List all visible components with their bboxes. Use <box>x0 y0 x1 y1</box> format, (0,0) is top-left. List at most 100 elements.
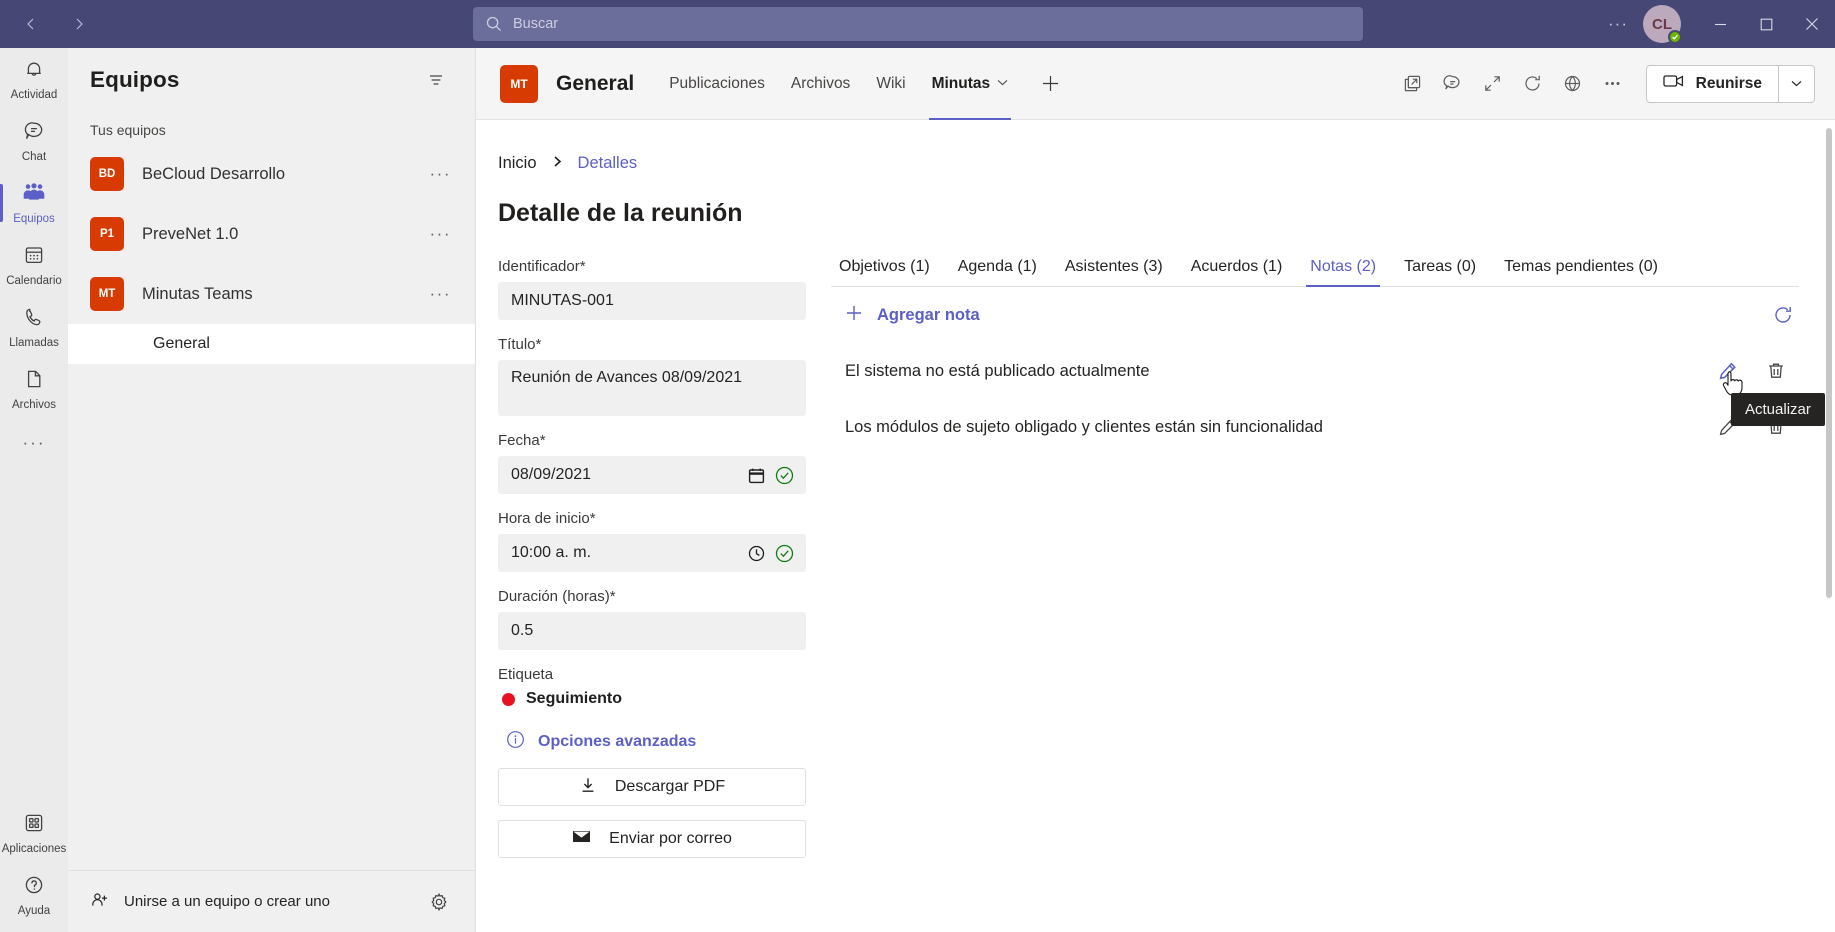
enviar-por-correo-button[interactable]: Enviar por correo <box>498 820 806 858</box>
sidebar-item-calendario[interactable]: Calendario <box>0 234 68 296</box>
vertical-scrollbar[interactable] <box>1823 128 1835 932</box>
field-value: Reunión de Avances 08/09/2021 <box>511 369 743 386</box>
breadcrumb-detalles[interactable]: Detalles <box>578 154 638 173</box>
add-tab-button[interactable] <box>1031 65 1069 103</box>
team-more-icon[interactable]: ··· <box>424 224 457 244</box>
team-row[interactable]: MT Minutas Teams ··· <box>68 264 475 324</box>
sidebar-item-ayuda[interactable]: Ayuda <box>0 870 68 932</box>
agregar-nota-button[interactable]: Agregar nota <box>831 304 980 326</box>
descargar-pdf-label: Descargar PDF <box>614 778 726 795</box>
video-camera-icon <box>1663 73 1684 94</box>
open-in-new-window-icon[interactable] <box>1394 65 1432 103</box>
meeting-form: Identificador* MINUTAS-001 Título* Reuni… <box>498 258 806 872</box>
tab-agenda[interactable]: Agenda (1) <box>944 258 1051 286</box>
tab-asistentes[interactable]: Asistentes (3) <box>1051 258 1177 286</box>
channel-item-general[interactable]: General <box>68 324 475 364</box>
trash-icon[interactable] <box>1765 360 1787 382</box>
refresh-icon[interactable] <box>1514 65 1552 103</box>
meet-button-group: Reunirse <box>1645 64 1815 103</box>
sidebar-item-chat[interactable]: Chat <box>0 110 68 172</box>
identificador-input[interactable]: MINUTAS-001 <box>498 282 806 320</box>
note-text: El sistema no está publicado actualmente <box>845 361 1150 380</box>
breadcrumb-inicio[interactable]: Inicio <box>498 154 537 173</box>
sidebar-item-label: Llamadas <box>9 336 59 349</box>
sidebar-item-actividad[interactable]: Actividad <box>0 48 68 110</box>
maximize-button[interactable] <box>1743 0 1789 48</box>
channel-header: MT General Publicaciones Archivos Wiki M… <box>476 48 1835 120</box>
sidebar-item-llamadas[interactable]: Llamadas <box>0 296 68 358</box>
search-input[interactable]: Buscar <box>473 7 1363 41</box>
pencil-icon[interactable] <box>1717 360 1739 382</box>
rail-more-icon[interactable]: ··· <box>0 420 68 466</box>
meet-button[interactable]: Reunirse <box>1647 66 1778 102</box>
field-hora-inicio: Hora de inicio* 10:00 a. m. <box>498 510 806 572</box>
tab-acuerdos[interactable]: Acuerdos (1) <box>1177 258 1297 286</box>
plus-icon <box>845 304 863 326</box>
chevron-left-icon[interactable] <box>14 7 48 41</box>
team-avatar: P1 <box>90 217 124 251</box>
clock-icon[interactable] <box>748 545 765 562</box>
descargar-pdf-button[interactable]: Descargar PDF <box>498 768 806 806</box>
tab-minutas[interactable]: Minutas <box>919 48 1022 120</box>
tab-label: Tareas (0) <box>1404 258 1477 275</box>
field-fecha: Fecha* 08/09/2021 <box>498 432 806 494</box>
calendar-icon <box>22 243 46 272</box>
sidebar-item-equipos[interactable]: Equipos <box>0 172 68 234</box>
field-value: 0.5 <box>511 622 534 639</box>
field-label: Fecha* <box>498 432 546 449</box>
channel-name: General <box>556 71 635 95</box>
channel-header-actions: Reunirse <box>1394 64 1815 103</box>
more-icon[interactable] <box>1594 65 1632 103</box>
calendar-picker-icon[interactable] <box>748 467 765 484</box>
conversation-icon[interactable] <box>1434 65 1472 103</box>
team-name: Minutas Teams <box>142 284 253 303</box>
scrollbar-thumb[interactable] <box>1826 128 1832 598</box>
join-team-label: Unirse a un equipo o crear uno <box>124 893 330 910</box>
agregar-nota-label: Agregar nota <box>877 305 980 324</box>
teams-pane-header: Equipos <box>68 48 475 112</box>
field-label: Hora de inicio* <box>498 510 596 527</box>
sidebar-item-archivos[interactable]: Archivos <box>0 358 68 420</box>
minimize-button[interactable] <box>1697 0 1743 48</box>
refresh-icon[interactable] <box>1767 299 1799 331</box>
expand-icon[interactable] <box>1474 65 1512 103</box>
advanced-options-label: Opciones avanzadas <box>538 733 697 750</box>
fecha-input[interactable]: 08/09/2021 <box>498 456 806 494</box>
teams-icon <box>21 181 47 210</box>
team-more-icon[interactable]: ··· <box>424 284 457 304</box>
filter-icon[interactable] <box>419 63 453 97</box>
field-label: Identificador* <box>498 258 586 275</box>
meet-dropdown-button[interactable] <box>1778 65 1814 102</box>
gear-icon[interactable] <box>422 885 456 919</box>
team-row[interactable]: BD BeCloud Desarrollo ··· <box>68 144 475 204</box>
titlebar-right: ··· CL <box>1601 0 1835 48</box>
field-identificador: Identificador* MINUTAS-001 <box>498 258 806 320</box>
chevron-down-icon[interactable] <box>997 78 1008 89</box>
chevron-right-icon[interactable] <box>62 7 96 41</box>
tab-notas[interactable]: Notas (2) <box>1296 258 1390 287</box>
channel-team-avatar: MT <box>500 64 538 103</box>
advanced-options-link[interactable]: Opciones avanzadas <box>506 730 806 754</box>
sidebar-item-label: Calendario <box>6 274 62 287</box>
globe-icon[interactable] <box>1554 65 1592 103</box>
tab-archivos[interactable]: Archivos <box>778 48 863 120</box>
titulo-input[interactable]: Reunión de Avances 08/09/2021 <box>498 360 806 416</box>
team-avatar-initials: P1 <box>99 228 115 240</box>
team-row[interactable]: P1 PreveNet 1.0 ··· <box>68 204 475 264</box>
tab-wiki[interactable]: Wiki <box>863 48 918 120</box>
team-name: BeCloud Desarrollo <box>142 164 286 183</box>
close-button[interactable] <box>1789 0 1835 48</box>
tab-tareas[interactable]: Tareas (0) <box>1390 258 1490 286</box>
join-team-button[interactable]: Unirse a un equipo o crear uno <box>90 890 330 914</box>
hora-inicio-input[interactable]: 10:00 a. m. <box>498 534 806 572</box>
avatar[interactable]: CL <box>1643 5 1682 44</box>
tab-objetivos[interactable]: Objetivos (1) <box>831 258 944 286</box>
sidebar-item-aplicaciones[interactable]: Aplicaciones <box>0 808 68 870</box>
duracion-input[interactable]: 0.5 <box>498 612 806 650</box>
more-icon[interactable]: ··· <box>1601 7 1635 41</box>
tab-temas-pendientes[interactable]: Temas pendientes (0) <box>1490 258 1672 286</box>
team-more-icon[interactable]: ··· <box>424 164 457 184</box>
tab-publicaciones[interactable]: Publicaciones <box>656 48 778 120</box>
page-columns: Identificador* MINUTAS-001 Título* Reuni… <box>476 228 1835 872</box>
tag-color-dot <box>502 692 515 706</box>
